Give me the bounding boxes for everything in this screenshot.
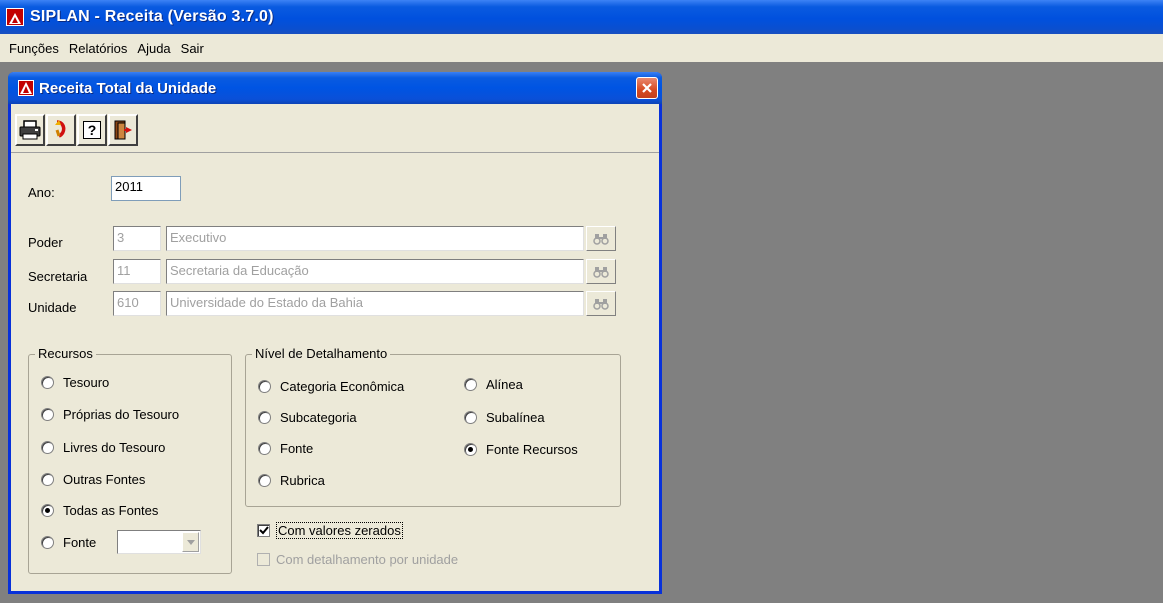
radio-circle[interactable] bbox=[41, 408, 54, 421]
menu-funcoes[interactable]: Funções bbox=[4, 41, 64, 56]
undo-icon bbox=[55, 120, 66, 138]
dialog-logo-icon bbox=[18, 80, 34, 96]
radio-label: Próprias do Tesouro bbox=[63, 407, 180, 422]
radio-label: Tesouro bbox=[63, 375, 110, 390]
radio-label: Subalínea bbox=[486, 410, 545, 425]
radio-circle[interactable] bbox=[41, 376, 54, 389]
binoculars-icon bbox=[593, 298, 609, 310]
menu-relatorios[interactable]: Relatórios bbox=[64, 41, 133, 56]
binoculars-icon bbox=[593, 233, 609, 245]
radio-rubrica[interactable]: Rubrica bbox=[258, 473, 325, 488]
radio-label: Subcategoria bbox=[280, 410, 357, 425]
radio-todas-fontes[interactable]: Todas as Fontes bbox=[41, 503, 158, 518]
app-titlebar[interactable]: SIPLAN - Receita (Versão 3.7.0) bbox=[0, 0, 1163, 34]
radio-circle[interactable] bbox=[464, 443, 477, 456]
radio-categoria-economica[interactable]: Categoria Econômica bbox=[258, 379, 404, 394]
radio-outras-fontes[interactable]: Outras Fontes bbox=[41, 472, 145, 487]
secretaria-code-input[interactable]: 11 bbox=[113, 259, 161, 284]
receita-dialog: Receita Total da Unidade ? Ano: 2011 Pod… bbox=[8, 72, 662, 594]
close-icon bbox=[642, 83, 652, 93]
exit-icon bbox=[114, 120, 132, 140]
radio-label: Rubrica bbox=[280, 473, 325, 488]
radio-subalinea[interactable]: Subalínea bbox=[464, 410, 545, 425]
poder-code-input[interactable]: 3 bbox=[113, 226, 161, 251]
print-button[interactable] bbox=[15, 114, 45, 146]
radio-circle[interactable] bbox=[41, 504, 54, 517]
toolbar: ? bbox=[15, 114, 139, 148]
binoculars-icon bbox=[593, 266, 609, 278]
unidade-search-button[interactable] bbox=[586, 291, 616, 316]
check-icon bbox=[258, 526, 269, 535]
menu-sair[interactable]: Sair bbox=[176, 41, 209, 56]
unidade-name-input[interactable]: Universidade do Estado da Bahia bbox=[166, 291, 584, 316]
ano-input[interactable]: 2011 bbox=[111, 176, 181, 201]
undo-button[interactable] bbox=[46, 114, 76, 146]
radio-nivel-fonte[interactable]: Fonte bbox=[258, 441, 313, 456]
checkbox-label: Com detalhamento por unidade bbox=[276, 552, 459, 567]
close-button[interactable] bbox=[636, 77, 658, 99]
radio-circle[interactable] bbox=[258, 474, 271, 487]
radio-proprias-tesouro[interactable]: Próprias do Tesouro bbox=[41, 407, 179, 422]
radio-circle[interactable] bbox=[41, 473, 54, 486]
checkbox-valores-zerados[interactable]: Com valores zerados bbox=[257, 522, 403, 539]
ano-label: Ano: bbox=[28, 185, 55, 200]
radio-circle[interactable] bbox=[258, 411, 271, 424]
radio-label: Categoria Econômica bbox=[280, 379, 405, 394]
fonte-select[interactable] bbox=[117, 530, 201, 554]
radio-label: Alínea bbox=[486, 377, 523, 392]
recursos-group-label: Recursos bbox=[35, 346, 96, 361]
unidade-label: Unidade bbox=[28, 300, 77, 315]
nivel-detalhamento-group: Nível de Detalhamento Categoria Econômic… bbox=[245, 346, 621, 507]
app-logo-icon bbox=[6, 8, 24, 26]
radio-fonte-recursos[interactable]: Fonte Recursos bbox=[464, 442, 578, 457]
radio-fonte[interactable]: Fonte bbox=[41, 535, 96, 550]
menubar: Funções Relatórios Ajuda Sair bbox=[0, 34, 1163, 62]
radio-label: Todas as Fontes bbox=[63, 503, 159, 518]
nivel-group-label: Nível de Detalhamento bbox=[252, 346, 391, 361]
menu-ajuda[interactable]: Ajuda bbox=[132, 41, 175, 56]
radio-circle[interactable] bbox=[464, 411, 477, 424]
poder-search-button[interactable] bbox=[586, 226, 616, 251]
toolbar-separator bbox=[11, 152, 659, 153]
checkbox-detalhamento-unidade[interactable]: Com detalhamento por unidade bbox=[257, 552, 458, 567]
radio-circle[interactable] bbox=[41, 536, 54, 549]
print-icon bbox=[19, 120, 41, 140]
radio-label: Fonte Recursos bbox=[486, 442, 578, 457]
radio-circle[interactable] bbox=[258, 442, 271, 455]
radio-label: Livres do Tesouro bbox=[63, 440, 166, 455]
secretaria-label: Secretaria bbox=[28, 269, 88, 284]
radio-label: Fonte bbox=[63, 535, 97, 550]
checkbox-box[interactable] bbox=[257, 553, 270, 566]
radio-circle[interactable] bbox=[464, 378, 477, 391]
dialog-title: Receita Total da Unidade bbox=[39, 79, 217, 97]
radio-circle[interactable] bbox=[41, 441, 54, 454]
dialog-titlebar[interactable]: Receita Total da Unidade bbox=[8, 72, 662, 104]
chevron-down-icon bbox=[186, 539, 195, 545]
help-button[interactable]: ? bbox=[77, 114, 107, 146]
help-icon: ? bbox=[82, 121, 102, 139]
recursos-group: Recursos Tesouro Próprias do Tesouro Liv… bbox=[28, 346, 232, 574]
radio-circle[interactable] bbox=[258, 380, 271, 393]
radio-livres-tesouro[interactable]: Livres do Tesouro bbox=[41, 440, 165, 455]
secretaria-name-input[interactable]: Secretaria da Educação bbox=[166, 259, 584, 284]
checkbox-label: Com valores zerados bbox=[276, 522, 403, 539]
radio-tesouro[interactable]: Tesouro bbox=[41, 375, 109, 390]
radio-label: Fonte bbox=[280, 441, 314, 456]
radio-subcategoria[interactable]: Subcategoria bbox=[258, 410, 357, 425]
app-title: SIPLAN - Receita (Versão 3.7.0) bbox=[30, 8, 274, 25]
checkbox-box[interactable] bbox=[257, 524, 270, 537]
fonte-dropdown-button[interactable] bbox=[182, 532, 199, 552]
poder-name-input[interactable]: Executivo bbox=[166, 226, 584, 251]
poder-label: Poder bbox=[28, 235, 63, 250]
radio-label: Outras Fontes bbox=[63, 472, 146, 487]
radio-alinea[interactable]: Alínea bbox=[464, 377, 523, 392]
exit-button[interactable] bbox=[108, 114, 138, 146]
unidade-code-input[interactable]: 610 bbox=[113, 291, 161, 316]
secretaria-search-button[interactable] bbox=[586, 259, 616, 284]
